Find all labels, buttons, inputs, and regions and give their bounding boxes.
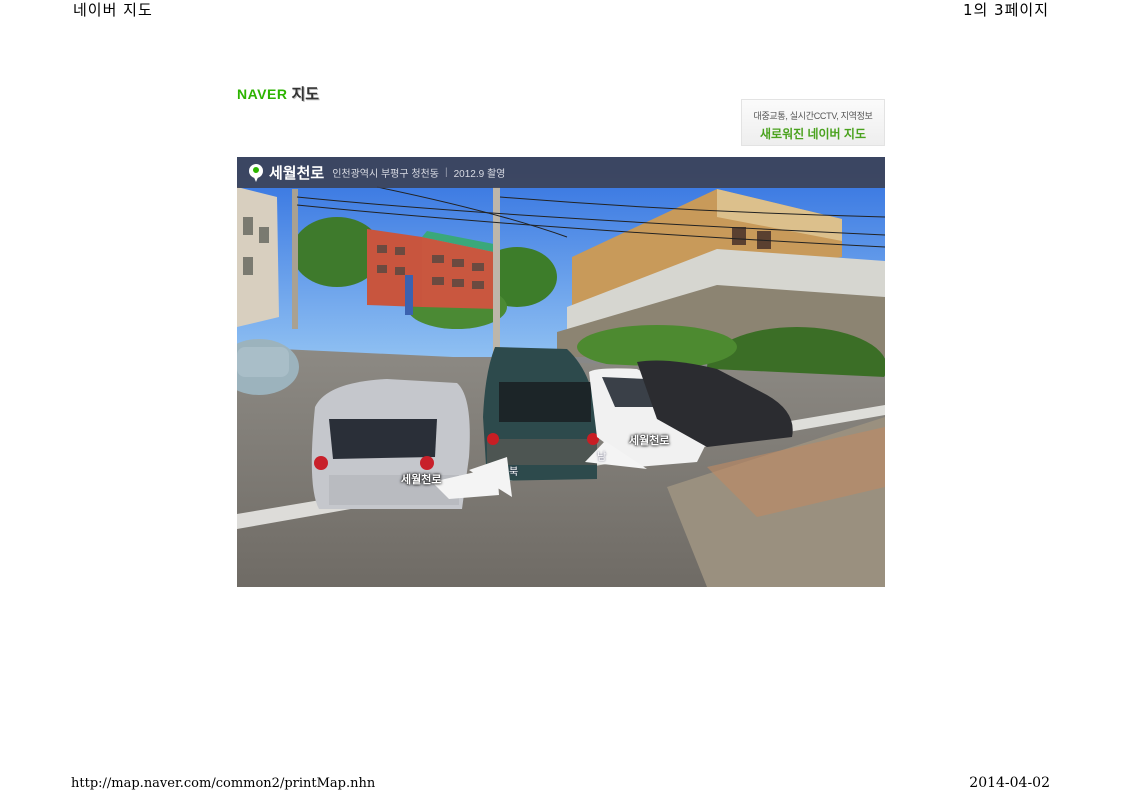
page-footer-date: 2014-04-02: [969, 775, 1050, 791]
road-name: 세월천로: [269, 165, 325, 182]
street-view-image: [237, 157, 885, 587]
nav-road-label-left[interactable]: 세월천로: [401, 471, 441, 487]
logo-product: 지도: [291, 86, 320, 103]
nav-direction-south[interactable]: 남: [597, 448, 606, 463]
page-header-title: 네이버 지도: [73, 1, 153, 19]
street-view-info-bar: 세월천로 인천광역시 부평구 청천동 | 2012.9 촬영: [237, 157, 885, 188]
page-header-page-count: 1의 3페이지: [962, 1, 1049, 19]
separator: |: [444, 167, 448, 178]
location-pin-icon: [249, 163, 263, 182]
nav-direction-north[interactable]: 북: [509, 463, 518, 478]
logo-brand: NAVER: [237, 86, 288, 102]
photo-date: 2012.9 촬영: [453, 169, 506, 180]
promo-banner[interactable]: 대중교통, 실시간CCTV, 지역정보 새로워진 네이버 지도: [741, 99, 885, 146]
street-view-panorama[interactable]: 세월천로 인천광역시 부평구 청천동 | 2012.9 촬영 세월천로 세월천로…: [237, 157, 885, 587]
nav-road-label-right[interactable]: 세월천로: [629, 432, 669, 448]
page-footer-url: http://map.naver.com/common2/printMap.nh…: [71, 776, 376, 791]
address: 인천광역시 부평구 청천동: [332, 169, 439, 180]
naver-map-logo[interactable]: NAVER 지도: [237, 83, 319, 104]
promo-line-2: 새로워진 네이버 지도: [759, 127, 867, 141]
promo-line-1: 대중교통, 실시간CCTV, 지역정보: [753, 111, 873, 121]
